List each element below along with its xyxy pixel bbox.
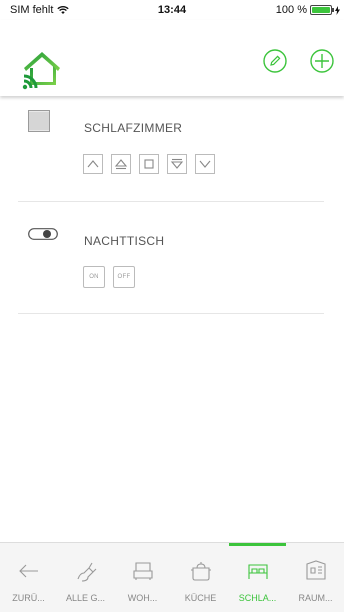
device-name: NACHTTISCH	[84, 234, 165, 248]
add-button[interactable]	[310, 49, 334, 73]
arrow-left-icon	[19, 564, 38, 578]
battery-percent: 100 %	[275, 4, 307, 16]
room-icon	[306, 560, 326, 580]
app-screen: SIM fehlt 13:44 100 % SCHLAFZIMMER NACHT…	[0, 0, 344, 612]
tab-label: SCHLA...	[238, 593, 277, 603]
arrow-down-icon	[199, 160, 211, 168]
status-bar: SIM fehlt 13:44 100 %	[0, 0, 344, 20]
device-list: SCHLAFZIMMER NACHTTISCH ON OFF	[0, 96, 344, 542]
device-card-schlafzimmer: SCHLAFZIMMER	[18, 106, 324, 202]
switch-off-button[interactable]: OFF	[113, 266, 135, 288]
device-name: SCHLAFZIMMER	[84, 121, 183, 135]
arrow-up-icon	[87, 160, 99, 168]
edit-button[interactable]	[263, 49, 287, 73]
tab-label: ALLE G...	[65, 593, 106, 603]
pot-icon	[191, 562, 211, 581]
tab-label: WOH...	[127, 593, 158, 603]
blind-up-button[interactable]	[83, 154, 103, 174]
bed-icon	[248, 564, 268, 579]
home-wifi-logo	[22, 52, 60, 90]
arrow-down-stop-icon	[170, 158, 184, 169]
blind-down-stop-button[interactable]	[167, 154, 187, 174]
armchair-icon	[133, 562, 153, 580]
tab-back[interactable]: ZURÜ...	[0, 543, 57, 612]
app-header	[0, 20, 344, 96]
switch-controls: ON OFF	[83, 266, 135, 288]
blinds-icon	[28, 110, 50, 132]
tab-label: ZURÜ...	[12, 593, 45, 603]
blind-up-stop-button[interactable]	[111, 154, 131, 174]
charging-icon	[335, 5, 340, 15]
toggle-switch-icon	[28, 228, 58, 240]
blind-down-button[interactable]	[195, 154, 215, 174]
tab-living-room[interactable]: WOH...	[114, 543, 171, 612]
battery-area: 100 %	[276, 4, 340, 16]
tab-label: KÜCHE	[184, 593, 217, 603]
tab-kitchen[interactable]: KÜCHE	[172, 543, 229, 612]
tab-bar: ZURÜ... ALLE G... WOH... KÜCHE SCHLA... …	[0, 542, 344, 612]
tab-label: RAUM...	[298, 593, 333, 603]
stop-icon	[144, 159, 154, 169]
arrow-up-stop-icon	[114, 159, 128, 170]
blind-controls	[83, 154, 215, 174]
tab-bedroom[interactable]: SCHLA...	[229, 543, 286, 612]
tab-all-devices[interactable]: ALLE G...	[57, 543, 114, 612]
device-card-nachttisch: NACHTTISCH ON OFF	[18, 216, 324, 314]
switch-on-button[interactable]: ON	[83, 266, 105, 288]
battery-icon	[310, 5, 334, 15]
blind-stop-button[interactable]	[139, 154, 159, 174]
tab-room[interactable]: RAUM...	[287, 543, 344, 612]
plug-icon	[77, 562, 97, 582]
